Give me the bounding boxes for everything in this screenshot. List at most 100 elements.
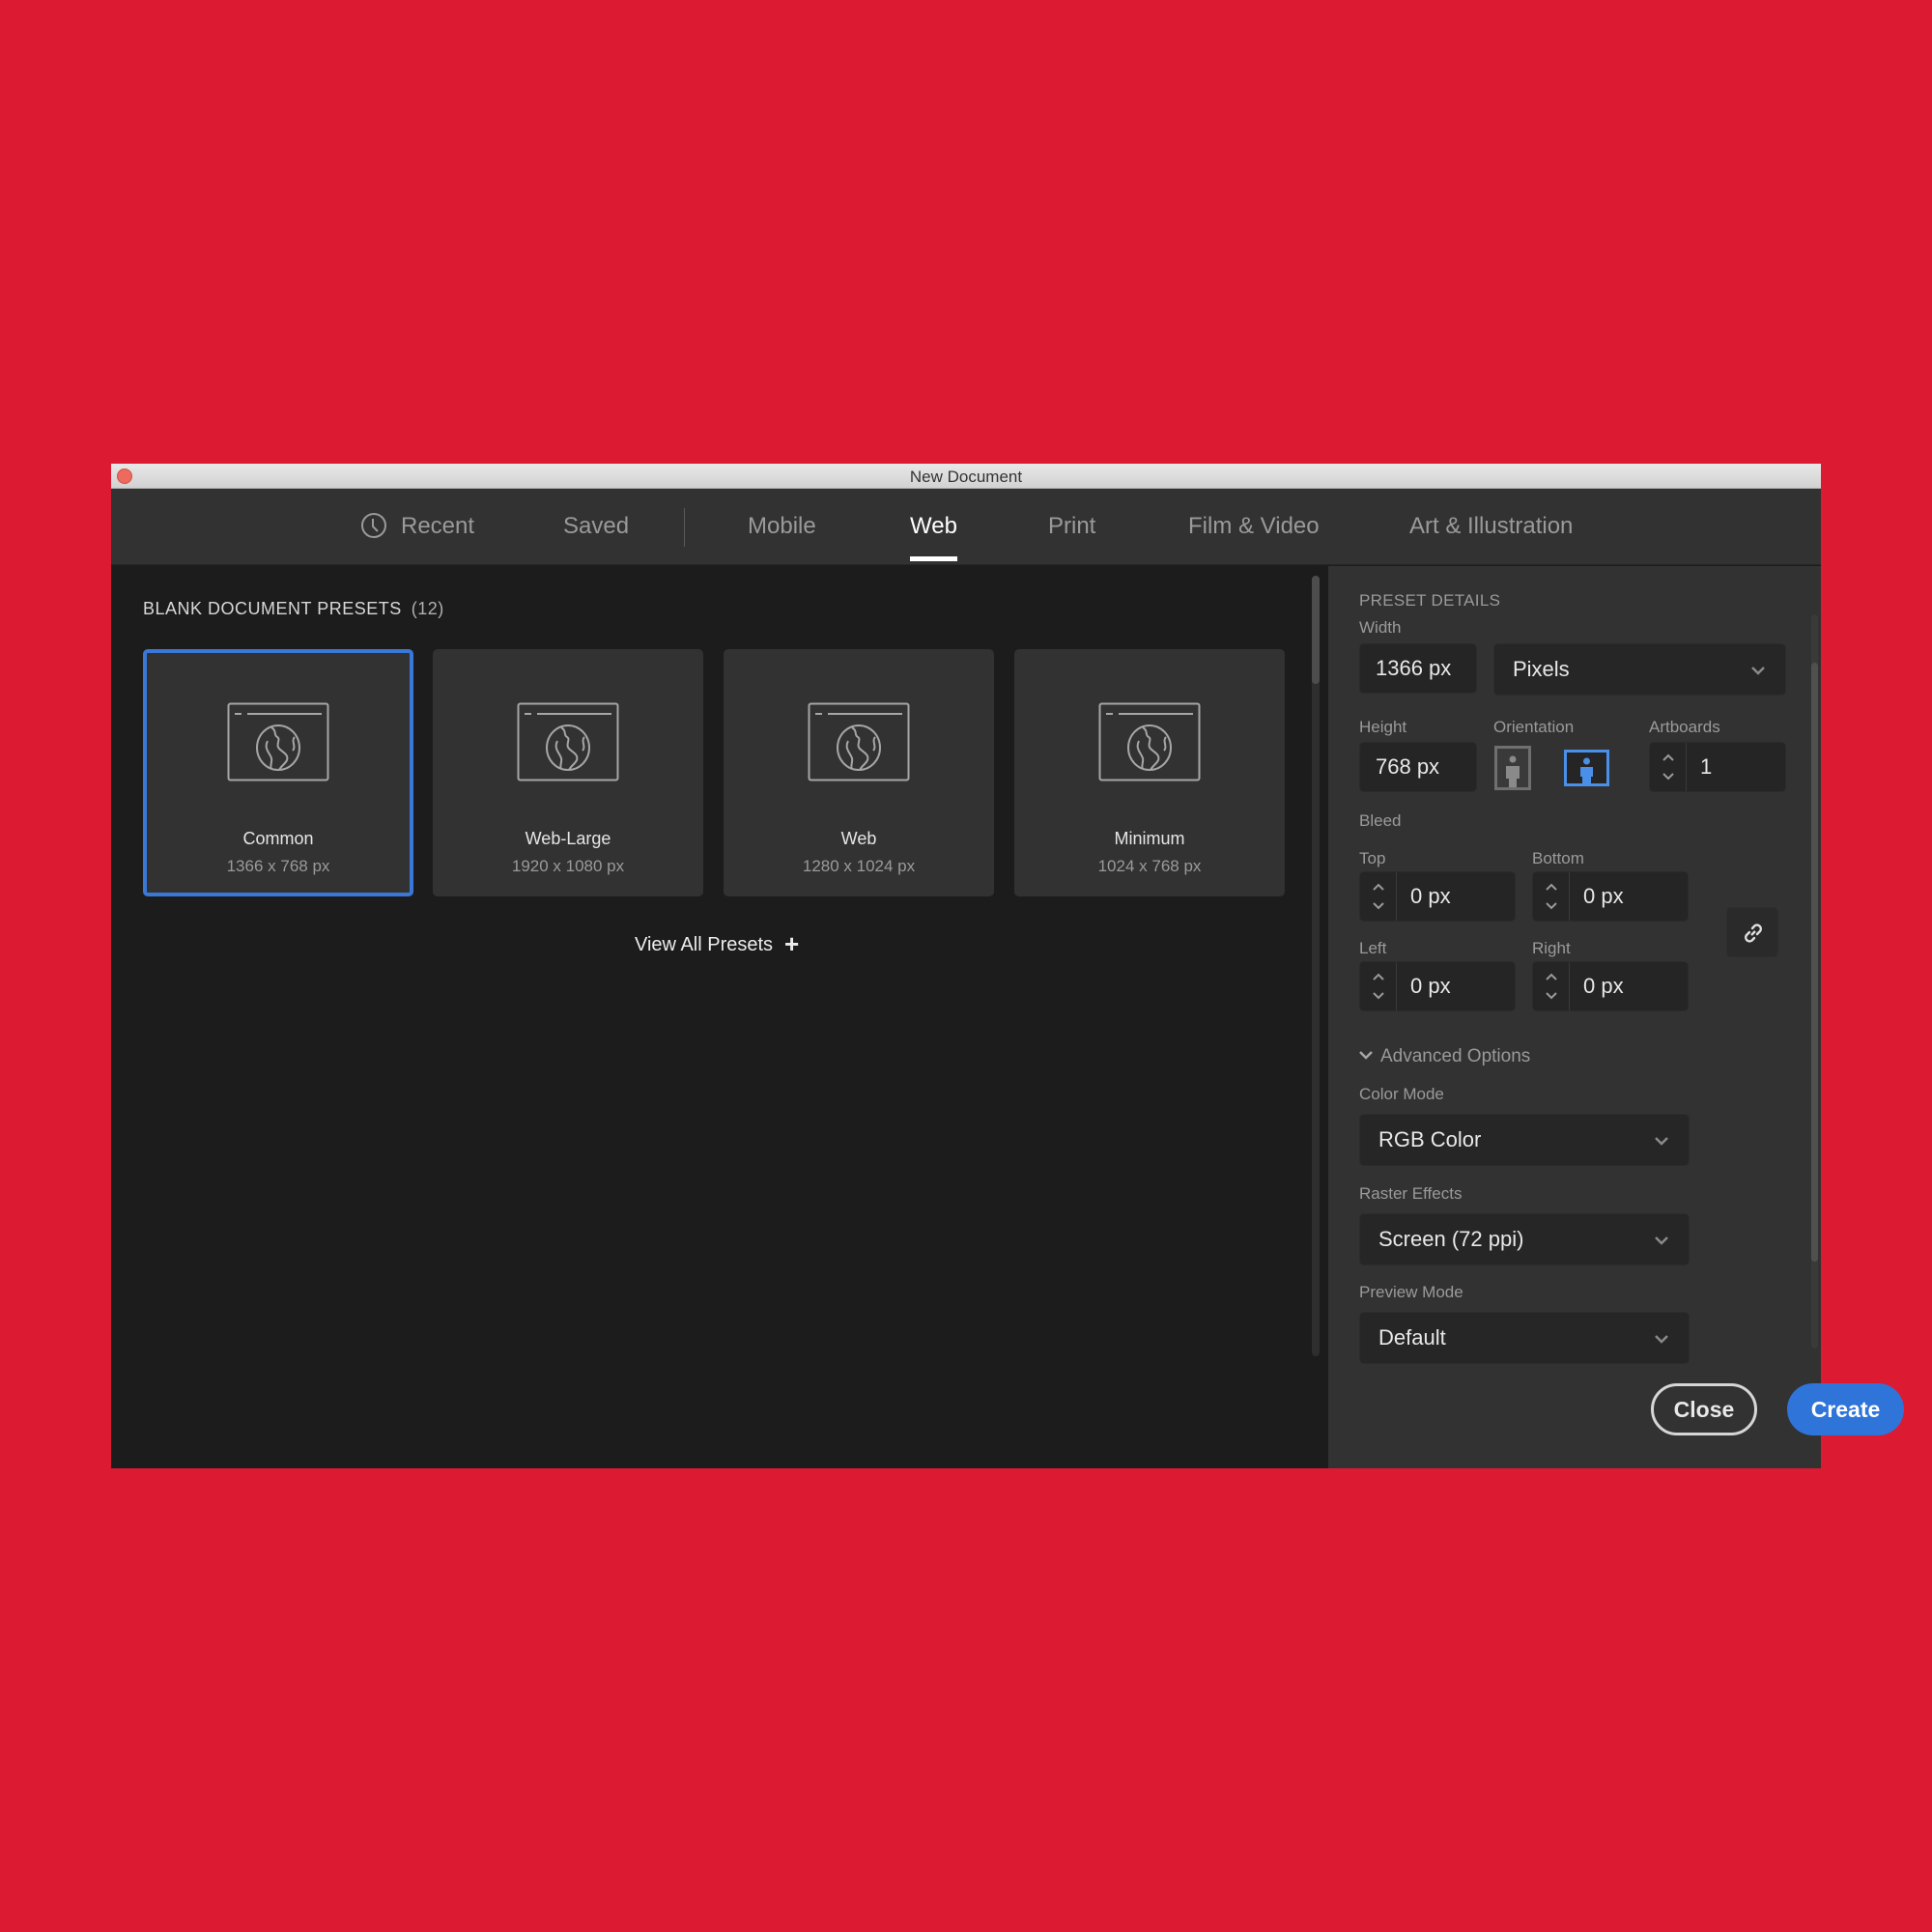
presets-panel: BLANK DOCUMENT PRESETS (12) Common 1366 x… [111,566,1328,1468]
chevron-up-icon[interactable] [1371,972,1386,981]
preview-mode-label: Preview Mode [1359,1283,1463,1301]
tab-divider [684,508,685,547]
chevron-up-icon[interactable] [1544,972,1559,981]
artboards-label: Artboards [1649,718,1720,736]
create-button[interactable]: Create [1787,1383,1904,1435]
web-globe-icon [517,702,619,781]
artboards-stepper[interactable]: 1 [1649,742,1786,792]
chevron-down-icon [1359,1051,1373,1060]
web-globe-icon [1098,702,1201,781]
tab-web[interactable]: Web [910,489,957,565]
bleed-left-label: Left [1359,939,1387,957]
advanced-options-toggle[interactable]: Advanced Options [1359,1046,1530,1067]
chevron-down-icon[interactable] [1661,772,1676,781]
color-mode-label: Color Mode [1359,1085,1444,1103]
presets-heading: BLANK DOCUMENT PRESETS (12) [143,599,444,619]
width-input[interactable]: 1366 px [1359,643,1477,694]
units-value: Pixels [1513,657,1570,681]
new-document-dialog: New Document Recent Saved Mobile Web Pri… [111,464,1904,1468]
preview-mode-select[interactable]: Default [1359,1312,1690,1364]
web-globe-icon [227,702,329,781]
tab-label: Recent [401,513,475,539]
tab-print[interactable]: Print [1048,489,1095,565]
tab-saved[interactable]: Saved [563,489,629,565]
scrollbar-thumb[interactable] [1312,576,1320,684]
preset-size: 1366 x 768 px [226,857,330,875]
plus-icon: + [784,929,800,958]
landscape-orientation-icon[interactable] [1564,750,1609,786]
raster-effects-label: Raster Effects [1359,1184,1463,1203]
artboards-value: 1 [1700,754,1713,779]
preset-card-web[interactable]: Web 1280 x 1024 px [724,649,994,896]
bleed-right-label: Right [1532,939,1571,957]
portrait-orientation-icon[interactable] [1494,746,1531,790]
presets-count: (12) [411,599,444,618]
preset-size: 1920 x 1080 px [511,857,625,875]
chevron-down-icon [1655,1335,1668,1344]
presets-scrollbar[interactable] [1312,576,1320,1356]
stepper-arrows[interactable] [1533,872,1570,921]
scrollbar-thumb[interactable] [1811,663,1818,1262]
tab-art-illustration[interactable]: Art & Illustration [1409,489,1573,565]
preset-size: 1280 x 1024 px [802,857,916,875]
height-input[interactable]: 768 px [1359,742,1477,792]
preset-name: Web-Large [525,829,611,848]
chevron-down-icon[interactable] [1371,991,1386,1001]
height-label: Height [1359,718,1407,736]
units-select[interactable]: Pixels [1493,643,1786,696]
stepper-arrows[interactable] [1360,872,1397,921]
stepper-arrows[interactable] [1650,743,1687,791]
web-globe-icon [808,702,910,781]
chevron-down-icon [1655,1236,1668,1245]
details-scrollbar[interactable] [1811,614,1818,1349]
preview-mode-value: Default [1378,1325,1446,1350]
orientation-label: Orientation [1493,718,1575,736]
bleed-bottom-label: Bottom [1532,849,1584,867]
chevron-up-icon[interactable] [1661,753,1676,762]
preset-card-minimum[interactable]: Minimum 1024 x 768 px [1014,649,1285,896]
stepper-arrows[interactable] [1533,962,1570,1010]
chevron-down-icon [1751,667,1765,675]
close-button[interactable]: Close [1651,1383,1757,1435]
bleed-right-stepper[interactable]: 0 px [1532,961,1689,1011]
preset-card-common[interactable]: Common 1366 x 768 px [143,649,413,896]
width-label: Width [1359,618,1402,637]
tab-recent[interactable]: Recent [360,489,474,565]
preset-details-panel: PRESET DETAILS Width 1366 px Pixels Heig… [1328,566,1904,1468]
raster-effects-value: Screen (72 ppi) [1378,1227,1524,1251]
view-all-presets-link[interactable]: View All Presets + [635,929,799,959]
preset-name: Web [840,829,877,848]
tab-mobile[interactable]: Mobile [748,489,816,565]
bleed-right-value: 0 px [1583,974,1624,998]
bleed-left-stepper[interactable]: 0 px [1359,961,1516,1011]
chevron-down-icon [1655,1137,1668,1146]
bleed-left-value: 0 px [1410,974,1451,998]
chevron-down-icon[interactable] [1544,991,1559,1001]
link-icon [1745,923,1762,943]
preset-name: Minimum [1114,829,1185,848]
tab-film-video[interactable]: Film & Video [1188,489,1320,565]
bleed-top-stepper[interactable]: 0 px [1359,871,1516,922]
link-bleed-button[interactable] [1726,907,1778,957]
category-tabs: Recent Saved Mobile Web Print Film & Vid… [111,489,1821,565]
chevron-down-icon[interactable] [1371,901,1386,911]
clock-icon [361,512,386,538]
chevron-up-icon[interactable] [1544,882,1559,892]
title-bar: New Document [111,464,1821,489]
window-title: New Document [909,468,1023,486]
bleed-top-value: 0 px [1410,884,1451,908]
bleed-top-label: Top [1359,849,1386,867]
advanced-options-label: Advanced Options [1380,1046,1531,1066]
preset-card-web-large[interactable]: Web-Large 1920 x 1080 px [433,649,703,896]
chevron-up-icon[interactable] [1371,882,1386,892]
bleed-bottom-stepper[interactable]: 0 px [1532,871,1689,922]
color-mode-select[interactable]: RGB Color [1359,1114,1690,1166]
preset-size: 1024 x 768 px [1097,857,1202,875]
bleed-label: Bleed [1359,811,1402,830]
chevron-down-icon[interactable] [1544,901,1559,911]
view-all-label: View All Presets [635,934,774,955]
bleed-bottom-value: 0 px [1583,884,1624,908]
stepper-arrows[interactable] [1360,962,1397,1010]
raster-effects-select[interactable]: Screen (72 ppi) [1359,1213,1690,1265]
preset-details-heading: PRESET DETAILS [1359,591,1501,610]
